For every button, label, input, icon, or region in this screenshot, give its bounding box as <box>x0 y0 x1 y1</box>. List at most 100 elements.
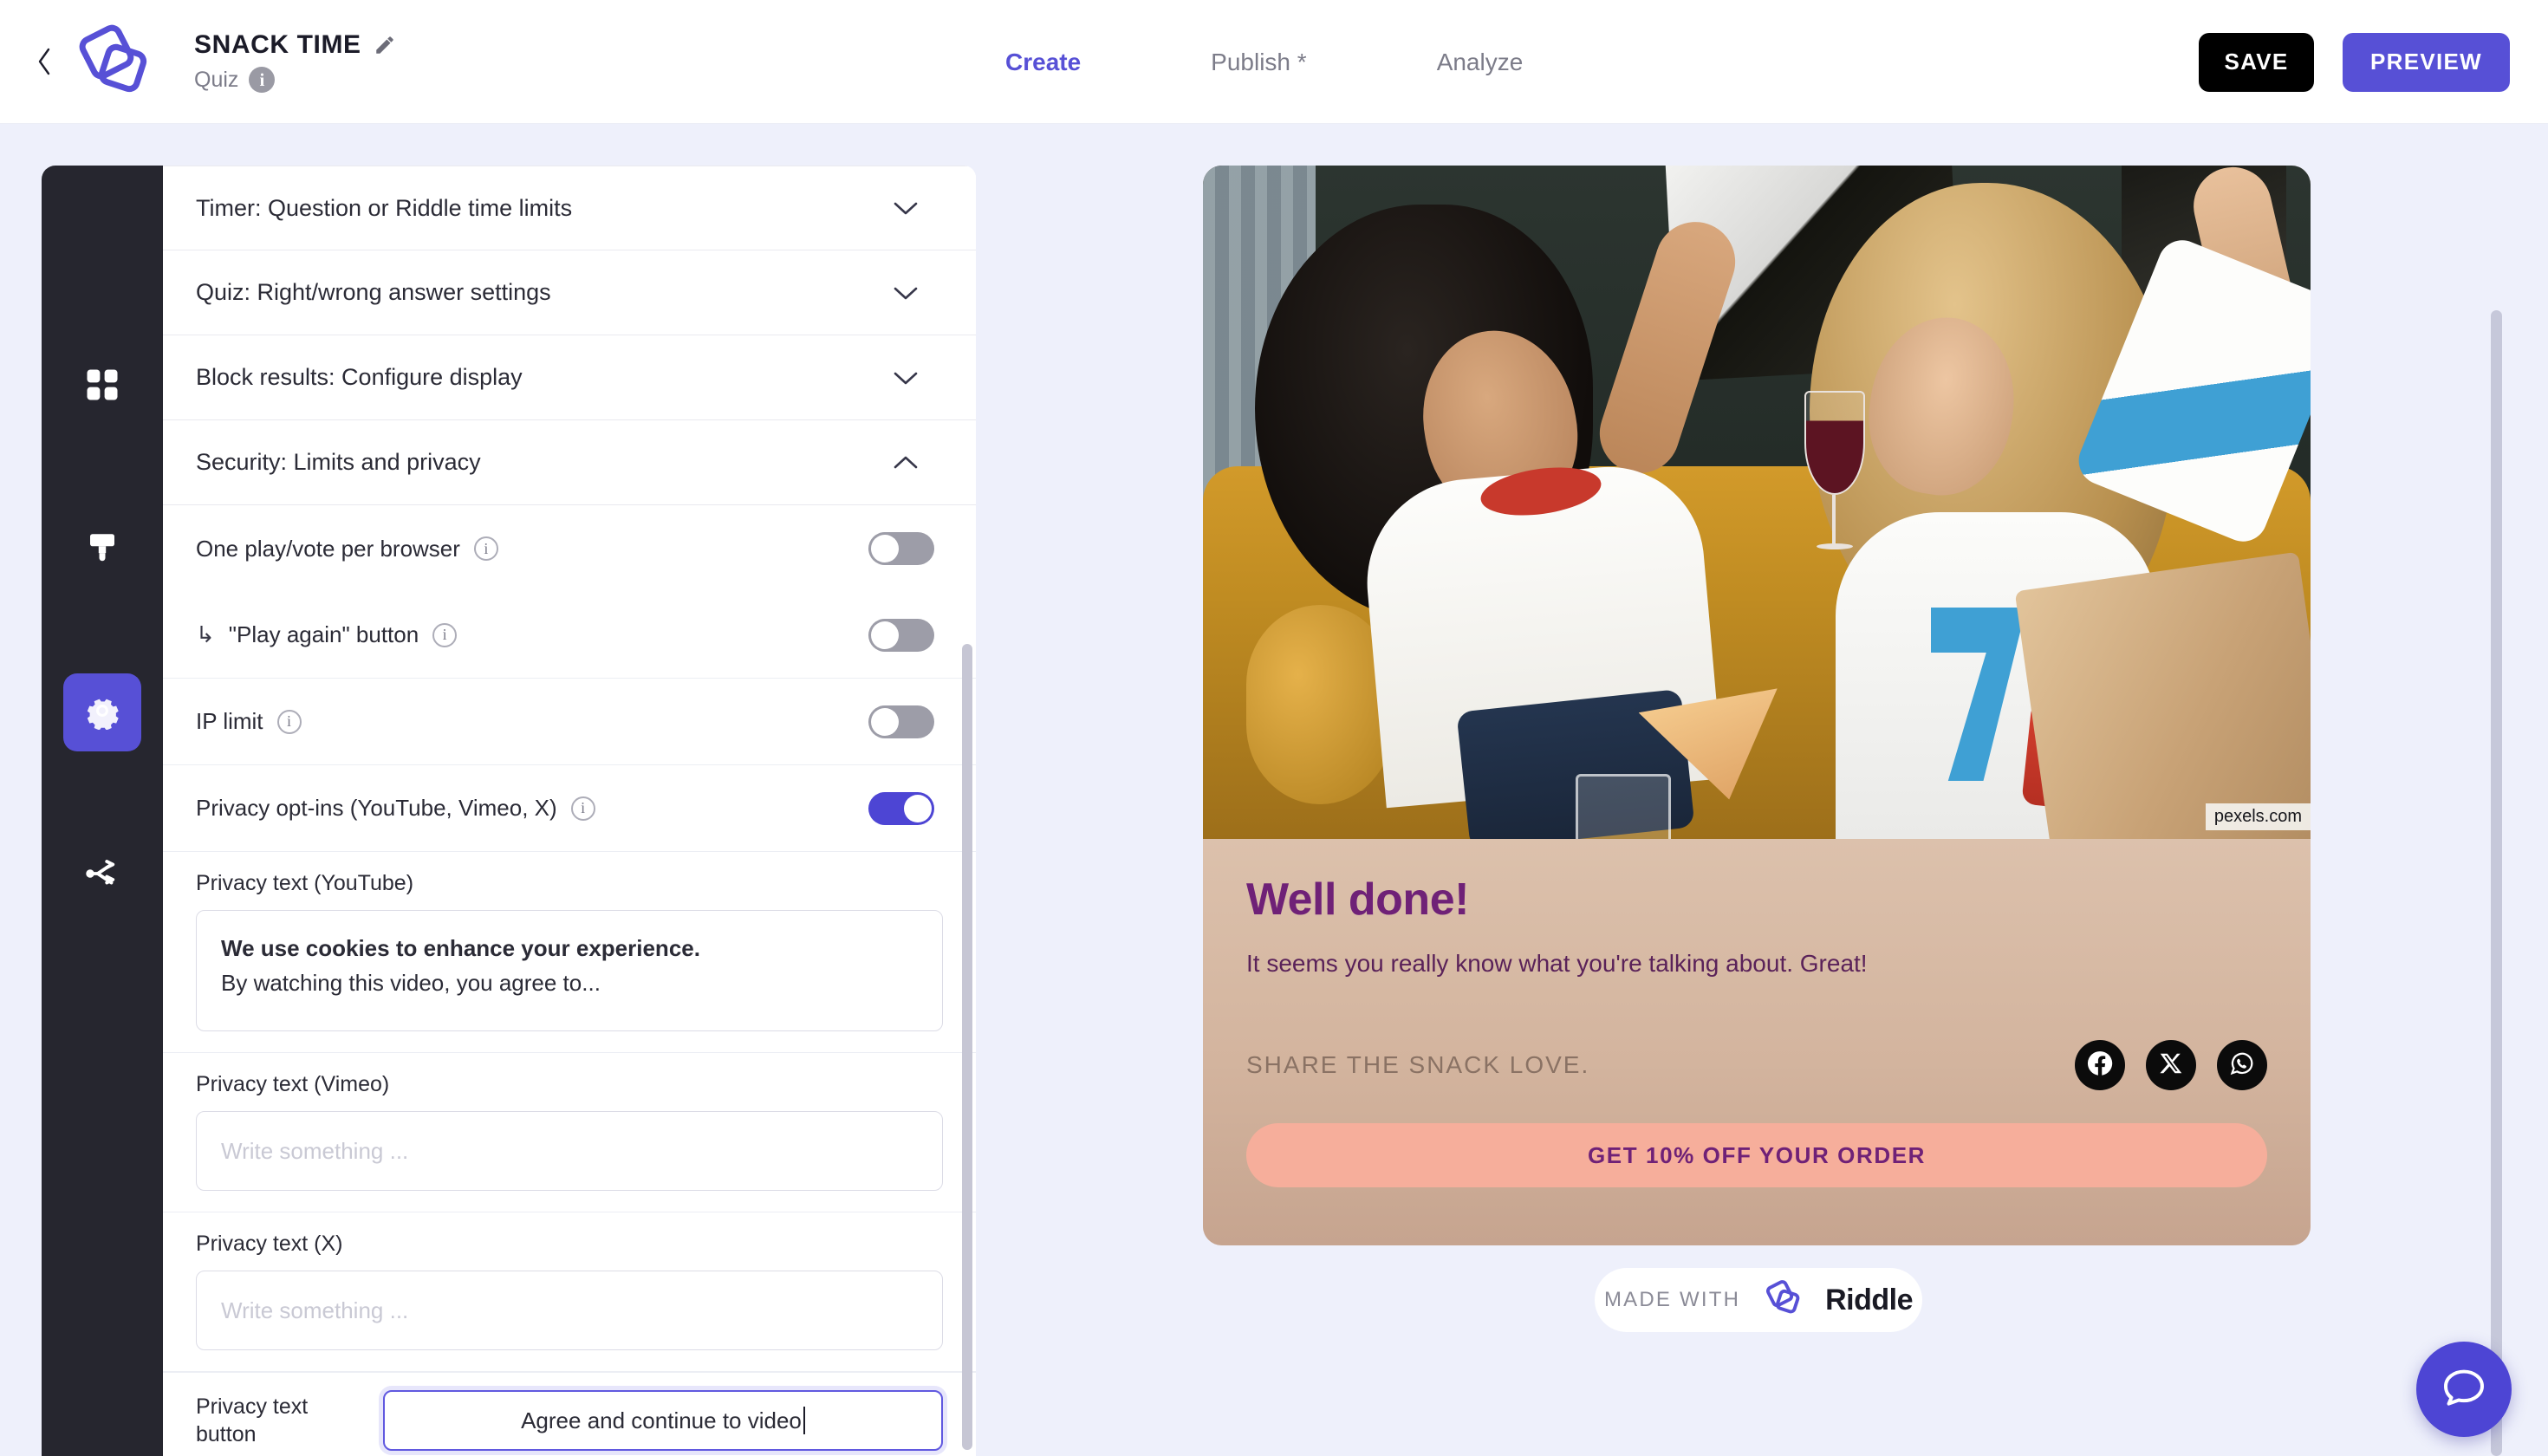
accordion-timer-label: Timer: Question or Riddle time limits <box>196 194 573 221</box>
made-with-badge[interactable]: MADE WITH Riddle <box>1595 1268 1922 1332</box>
x-twitter-icon <box>2158 1050 2184 1081</box>
setting-label-one-play: One play/vote per browser <box>196 535 460 562</box>
x-share-button[interactable] <box>2146 1040 2196 1090</box>
sidebar-item-logic[interactable] <box>63 836 141 914</box>
privacy-x-input[interactable]: Write something ... <box>196 1271 943 1350</box>
privacy-youtube-input[interactable]: We use cookies to enhance your experienc… <box>196 910 943 1031</box>
privacy-vimeo-input[interactable]: Write something ... <box>196 1111 943 1191</box>
chat-bubble-icon <box>2440 1363 2488 1416</box>
toggle-knob <box>871 707 899 736</box>
image-credit: pexels.com <box>2205 803 2311 830</box>
setting-row-ip-limit: IP limit i <box>163 679 976 765</box>
sidebar-item-blocks[interactable] <box>63 348 141 426</box>
tab-publish[interactable]: Publish * <box>1211 49 1307 76</box>
facebook-share-button[interactable] <box>2075 1040 2125 1090</box>
sub-arrow-icon: ↳ <box>196 621 215 647</box>
page-subtitle: Quiz <box>194 67 239 92</box>
info-icon[interactable]: i <box>432 622 458 647</box>
chevron-down-icon <box>893 370 919 386</box>
pencil-icon[interactable] <box>374 34 396 56</box>
info-icon[interactable]: i <box>276 709 302 734</box>
accordion-timer[interactable]: Timer: Question or Riddle time limits <box>163 166 976 250</box>
setting-row-one-play: One play/vote per browser i <box>163 505 976 592</box>
toggle-ip-limit[interactable] <box>868 705 934 738</box>
setting-label-group: Privacy opt-ins (YouTube, Vimeo, X) i <box>196 795 595 822</box>
tab-create[interactable]: Create <box>1005 49 1081 76</box>
field-label-privacy-button: Privacy text button <box>196 1394 309 1447</box>
top-actions: SAVE PREVIEW <box>2199 0 2510 124</box>
share-branch-icon <box>84 855 120 896</box>
social-share-buttons <box>2075 1040 2267 1090</box>
preview-button[interactable]: PREVIEW <box>2343 32 2510 92</box>
field-privacy-x: Privacy text (X) Write something ... <box>163 1212 976 1372</box>
sidebar-item-design[interactable] <box>63 510 141 588</box>
info-icon[interactable]: i <box>473 536 498 561</box>
accordion-security[interactable]: Security: Limits and privacy <box>163 420 976 505</box>
whatsapp-icon <box>2227 1049 2257 1082</box>
field-label-privacy-x: Privacy text (X) <box>196 1232 343 1256</box>
info-icon[interactable]: i <box>249 67 276 93</box>
field-privacy-vimeo: Privacy text (Vimeo) Write something ... <box>163 1053 976 1212</box>
setting-row-privacy-optins: Privacy opt-ins (YouTube, Vimeo, X) i <box>163 765 976 852</box>
setting-label-play-again: "Play again" button <box>228 621 419 647</box>
chat-support-button[interactable] <box>2416 1342 2512 1437</box>
accordion-security-label: Security: Limits and privacy <box>196 449 481 475</box>
privacy-button-input-value: Agree and continue to video <box>521 1407 802 1433</box>
page-scrollbar[interactable] <box>2491 310 2502 1456</box>
title-group: SNACK TIME Quiz i <box>194 30 396 93</box>
top-bar: SNACK TIME Quiz i Create Publish * Analy… <box>0 0 2548 124</box>
page-title: SNACK TIME <box>194 30 361 59</box>
toggle-knob <box>871 535 899 562</box>
settings-panel: Timer: Question or Riddle time limits Qu… <box>163 166 976 1456</box>
privacy-youtube-line2: By watching this video, you agree to... <box>221 970 601 997</box>
sidebar-item-settings[interactable] <box>63 673 141 751</box>
chevron-down-icon <box>893 285 919 301</box>
setting-label-group: One play/vote per browser i <box>196 536 498 562</box>
accordion-quiz[interactable]: Quiz: Right/wrong answer settings <box>163 250 976 335</box>
photo-pizza-box <box>2014 551 2311 839</box>
field-label-privacy-youtube: Privacy text (YouTube) <box>196 871 414 895</box>
text-caret <box>803 1407 805 1434</box>
setting-row-play-again: ↳ "Play again" button i <box>163 592 976 679</box>
chevron-down-icon <box>893 200 919 216</box>
back-chevron-icon[interactable] <box>31 44 57 79</box>
setting-label-group: ↳ "Play again" button i <box>196 621 458 648</box>
settings-scroll-area[interactable]: Timer: Question or Riddle time limits Qu… <box>163 166 976 1456</box>
tab-analyze[interactable]: Analyze <box>1437 49 1524 76</box>
setting-label-ip-limit: IP limit <box>196 708 263 734</box>
privacy-youtube-line1: We use cookies to enhance your experienc… <box>221 935 700 961</box>
toggle-play-again[interactable] <box>868 618 934 652</box>
save-button[interactable]: SAVE <box>2199 32 2314 92</box>
made-with-label: MADE WITH <box>1603 1288 1741 1311</box>
paintbrush-icon <box>84 530 120 570</box>
field-label-privacy-vimeo: Privacy text (Vimeo) <box>196 1072 390 1096</box>
facebook-icon <box>2085 1049 2115 1082</box>
result-title: Well done! <box>1246 874 1469 925</box>
accordion-quiz-label: Quiz: Right/wrong answer settings <box>196 279 551 305</box>
chevron-up-icon <box>893 455 919 471</box>
toggle-privacy-optins[interactable] <box>868 791 934 825</box>
cta-button[interactable]: GET 10% OFF YOUR ORDER <box>1246 1123 2267 1187</box>
quiz-preview-card: pexels.com Well done! It seems you reall… <box>1203 166 2311 1245</box>
whatsapp-share-button[interactable] <box>2217 1040 2267 1090</box>
editor-sidebar <box>42 166 163 1456</box>
share-row: SHARE THE SNACK LOVE. <box>1246 1040 2267 1090</box>
accordion-block-results-label: Block results: Configure display <box>196 364 523 390</box>
result-body: Well done! It seems you really know what… <box>1203 839 2311 1245</box>
field-privacy-button: Privacy text button Agree and continue t… <box>163 1372 976 1456</box>
riddle-logo-icon[interactable] <box>71 24 154 99</box>
info-icon[interactable]: i <box>570 796 595 821</box>
field-privacy-youtube: Privacy text (YouTube) We use cookies to… <box>163 852 976 1053</box>
made-with-brand: Riddle <box>1825 1283 1914 1316</box>
toggle-one-play[interactable] <box>868 532 934 565</box>
photo-glass-tumbler <box>1576 774 1671 839</box>
toggle-knob <box>904 794 932 822</box>
setting-label-privacy-optins: Privacy opt-ins (YouTube, Vimeo, X) <box>196 795 557 821</box>
privacy-button-input[interactable]: Agree and continue to video <box>383 1390 943 1451</box>
accordion-block-results[interactable]: Block results: Configure display <box>163 335 976 420</box>
toggle-knob <box>871 621 899 649</box>
photo-wine-glass <box>1801 391 1869 564</box>
result-hero-image: pexels.com <box>1203 166 2311 839</box>
panel-scrollbar[interactable] <box>962 644 972 1450</box>
riddle-logo-icon <box>1758 1279 1808 1321</box>
